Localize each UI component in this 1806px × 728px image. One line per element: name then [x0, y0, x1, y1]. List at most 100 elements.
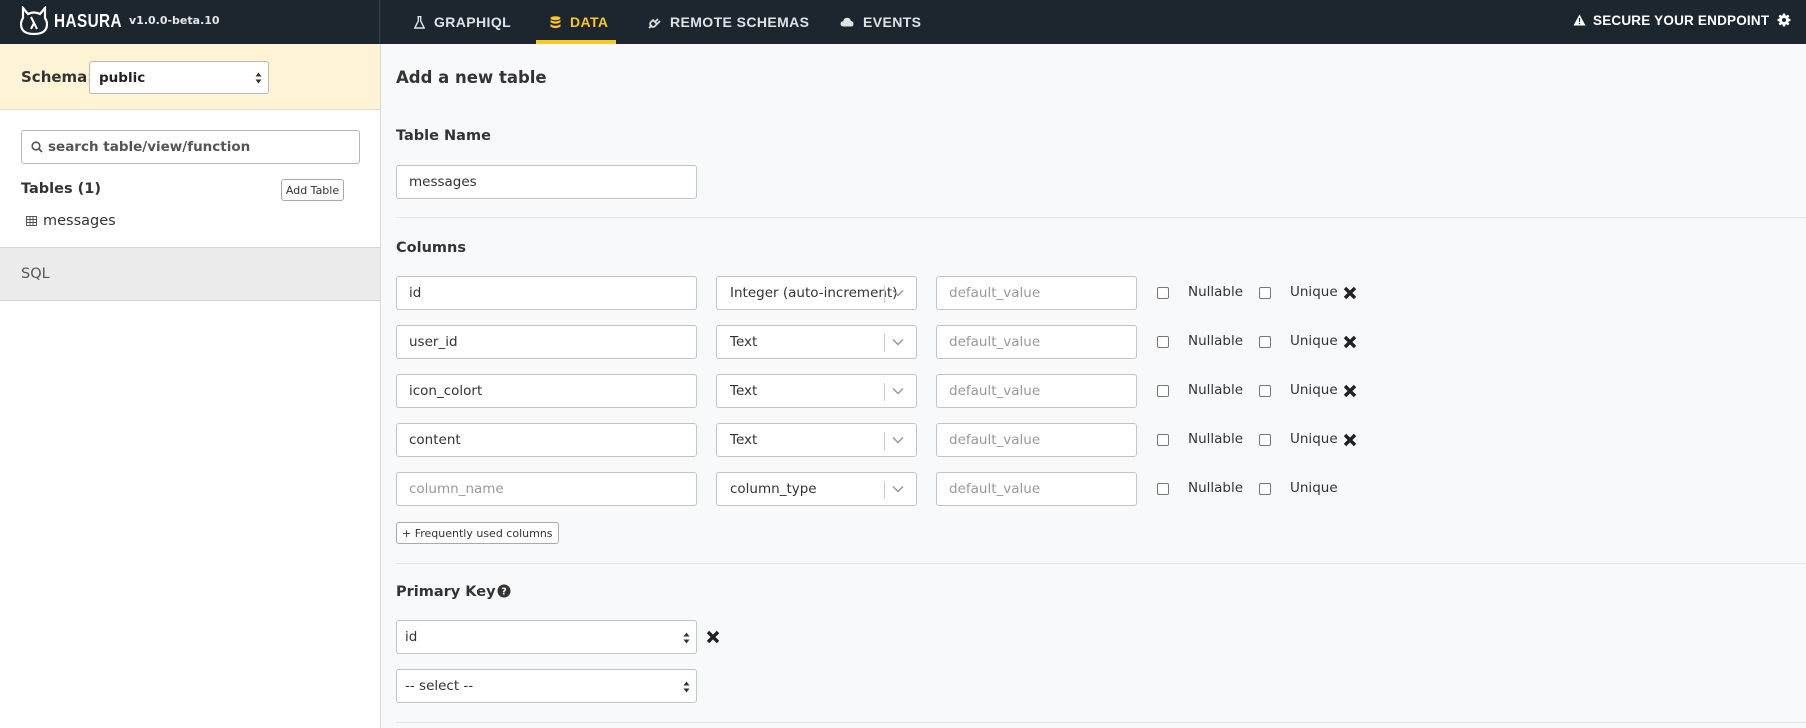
cloud-icon [840, 17, 854, 27]
column-type-value: Integer (auto-increment) [730, 285, 898, 301]
top-navbar: HASURA v1.0.0-beta.10 GRAPHIQL DATA REMO… [0, 0, 1806, 44]
search-input[interactable] [48, 132, 348, 162]
nullable-checkbox[interactable] [1157, 287, 1169, 299]
tab-graphiql[interactable]: GRAPHIQL [414, 0, 511, 44]
default-value-input[interactable] [936, 325, 1137, 359]
divider [396, 722, 1806, 723]
remove-column-icon[interactable] [1343, 286, 1357, 300]
column-name-input[interactable] [396, 374, 697, 408]
version-label: v1.0.0-beta.10 [129, 14, 220, 27]
column-type-select[interactable]: Text [716, 374, 917, 408]
nullable-checkbox[interactable] [1157, 336, 1169, 348]
unique-checkbox[interactable] [1259, 287, 1271, 299]
select-separator [884, 285, 885, 303]
unique-checkbox[interactable] [1259, 483, 1271, 495]
unique-label: Unique [1290, 480, 1338, 496]
column-name-input[interactable] [396, 325, 697, 359]
remove-column-icon[interactable] [1343, 384, 1357, 398]
table-icon [26, 216, 37, 226]
table-name-label: Table Name [396, 128, 491, 144]
help-icon[interactable]: ? [497, 584, 511, 598]
sidebar-table-label: messages [43, 213, 116, 229]
chevron-down-icon [892, 338, 904, 346]
columns-label: Columns [396, 240, 466, 256]
unique-checkbox[interactable] [1259, 336, 1271, 348]
search-box[interactable] [21, 130, 360, 164]
tab-data-label: DATA [570, 14, 609, 30]
tab-remote-schemas[interactable]: REMOTE SCHEMAS [648, 0, 809, 44]
column-type-select[interactable]: column_type [716, 472, 917, 506]
warning-icon [1573, 14, 1586, 26]
column-type-value: Text [730, 334, 758, 350]
column-type-value: column_type [730, 481, 817, 497]
frequently-used-columns-button[interactable]: + Frequently used columns [396, 522, 559, 544]
nullable-label: Nullable [1188, 431, 1244, 447]
tables-header: Tables (1) [21, 181, 102, 197]
primary-key-select[interactable]: -- select -- [396, 669, 697, 703]
nullable-label: Nullable [1188, 480, 1244, 496]
brand[interactable]: HASURA v1.0.0-beta.10 [0, 0, 380, 44]
default-value-input[interactable] [936, 423, 1137, 457]
tab-remote-schemas-label: REMOTE SCHEMAS [670, 14, 810, 30]
schema-label: Schema: [21, 68, 94, 86]
chevron-down-icon [892, 289, 904, 297]
nullable-label: Nullable [1188, 333, 1244, 349]
primary-key-select[interactable]: id [396, 620, 697, 654]
unique-checkbox[interactable] [1259, 385, 1271, 397]
gear-icon[interactable] [1776, 12, 1792, 28]
nullable-label: Nullable [1188, 284, 1244, 300]
remove-primary-key-icon[interactable] [706, 630, 720, 644]
column-type-select[interactable]: Text [716, 325, 917, 359]
nullable-checkbox[interactable] [1157, 385, 1169, 397]
sidebar-table-item[interactable]: messages [26, 213, 116, 229]
secure-endpoint-label: SECURE YOUR ENDPOINT [1593, 12, 1770, 28]
add-table-button[interactable]: Add Table [281, 179, 344, 201]
column-type-value: Text [730, 432, 758, 448]
nullable-label: Nullable [1188, 382, 1244, 398]
column-type-select[interactable]: Integer (auto-increment) [716, 276, 917, 310]
chevron-down-icon [892, 387, 904, 395]
select-arrows-icon [683, 632, 690, 644]
database-icon [550, 15, 561, 28]
main-content: Add a new table Table Name Columns Integ… [381, 44, 1806, 728]
flask-icon [414, 15, 425, 29]
chevron-down-icon [892, 485, 904, 493]
primary-key-value: -- select -- [405, 678, 474, 694]
remove-column-icon[interactable] [1343, 433, 1357, 447]
select-separator [884, 432, 885, 450]
schema-select[interactable]: public [89, 61, 269, 94]
default-value-input[interactable] [936, 374, 1137, 408]
column-name-input[interactable] [396, 276, 697, 310]
column-type-select[interactable]: Text [716, 423, 917, 457]
sidebar: Schema: public Tables (1) Add Table mess… [0, 44, 381, 728]
default-value-input[interactable] [936, 276, 1137, 310]
tab-data[interactable]: DATA [536, 0, 616, 44]
unique-checkbox[interactable] [1259, 434, 1271, 446]
column-type-value: Text [730, 383, 758, 399]
tab-graphiql-label: GRAPHIQL [434, 14, 512, 30]
page-title: Add a new table [396, 68, 547, 87]
remove-column-icon[interactable] [1343, 335, 1357, 349]
select-separator [884, 334, 885, 352]
select-separator [884, 481, 885, 499]
nullable-checkbox[interactable] [1157, 434, 1169, 446]
unique-label: Unique [1290, 333, 1338, 349]
select-arrows-icon [683, 681, 690, 693]
unique-label: Unique [1290, 382, 1338, 398]
chevron-down-icon [892, 436, 904, 444]
unique-label: Unique [1290, 431, 1338, 447]
default-value-input[interactable] [936, 472, 1137, 506]
schema-bar: Schema: public [0, 44, 380, 110]
tab-events-label: EVENTS [863, 14, 922, 30]
column-name-input[interactable] [396, 423, 697, 457]
column-name-input[interactable] [396, 472, 697, 506]
divider [396, 217, 1806, 218]
brand-name: HASURA [54, 11, 123, 31]
tab-events[interactable]: EVENTS [840, 0, 921, 44]
secure-endpoint-link[interactable]: SECURE YOUR ENDPOINT [1573, 0, 1769, 40]
sidebar-item-sql[interactable]: SQL [0, 247, 380, 301]
primary-key-value: id [405, 629, 418, 645]
table-name-input[interactable] [396, 165, 697, 199]
nullable-checkbox[interactable] [1157, 483, 1169, 495]
hasura-logo-icon [20, 6, 48, 36]
